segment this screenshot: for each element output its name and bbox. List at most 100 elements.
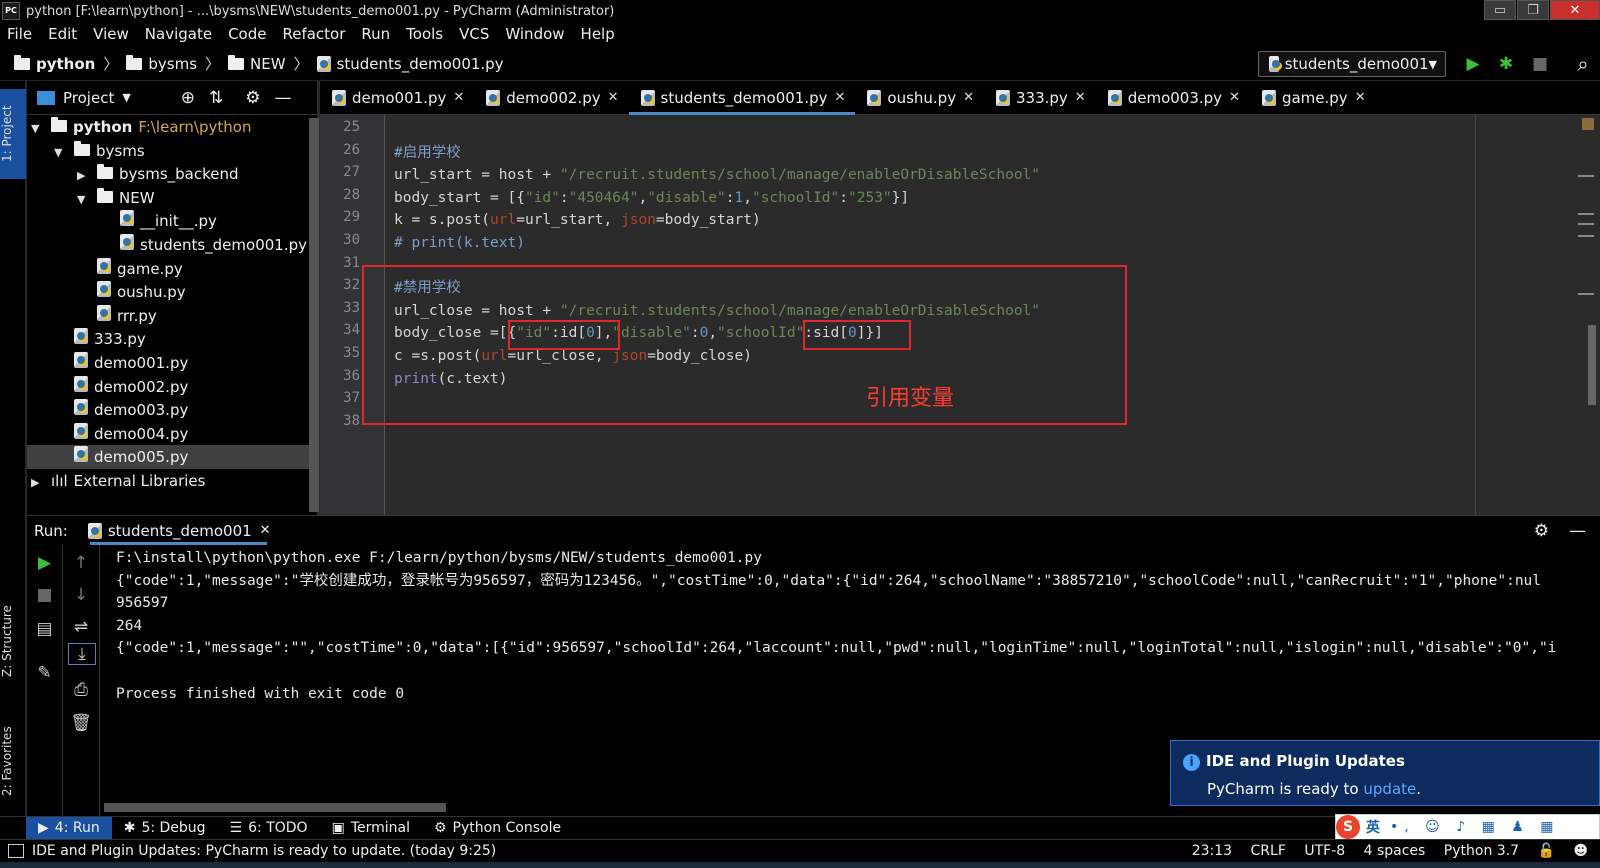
editor-tab[interactable]: demo003.py ✕	[1096, 81, 1250, 115]
gear-icon[interactable]: ⚙	[1534, 521, 1549, 541]
menu-run[interactable]: Run	[353, 22, 398, 47]
menu-navigate[interactable]: Navigate	[137, 22, 220, 47]
menu-refactor[interactable]: Refactor	[274, 22, 353, 47]
editor-tab[interactable]: demo001.py ✕	[320, 81, 474, 115]
gear-icon[interactable]: ⚙	[245, 88, 260, 108]
sogou-logo-icon[interactable]: S	[1336, 815, 1360, 839]
status-message[interactable]: IDE and Plugin Updates: PyCharm is ready…	[32, 843, 496, 859]
menu-edit[interactable]: Edit	[40, 22, 85, 47]
tree-item[interactable]: ▶ bysms_backend	[27, 162, 317, 186]
line-separator[interactable]: CRLF	[1251, 843, 1286, 859]
tool-tab-favorites[interactable]: 2: Favorites	[0, 711, 26, 811]
editor-tab[interactable]: demo002.py ✕	[474, 81, 628, 115]
menu-window[interactable]: Window	[497, 22, 572, 47]
tree-item[interactable]: ▼ bysms	[27, 139, 317, 163]
menu-help[interactable]: Help	[573, 22, 623, 47]
locate-icon[interactable]: ⊕	[181, 88, 195, 108]
chevron-right-icon[interactable]: ▶	[31, 471, 45, 495]
menu-vcs[interactable]: VCS	[451, 22, 497, 47]
menu-tools[interactable]: Tools	[398, 22, 451, 47]
bottom-tab[interactable]: ✱ 5: Debug	[112, 817, 218, 839]
close-window-button[interactable]: ✕	[1550, 0, 1600, 20]
close-icon[interactable]: ✕	[260, 523, 271, 538]
close-icon[interactable]: ✕	[963, 90, 974, 105]
code-line[interactable]: url_start = host + "/recruit.students/sc…	[394, 164, 1040, 187]
console-horizontal-scrollbar[interactable]	[104, 803, 446, 812]
marker-stripe[interactable]	[1578, 223, 1594, 225]
close-icon[interactable]: ✕	[835, 90, 846, 105]
search-icon[interactable]: ⌕	[1570, 51, 1596, 77]
code-line[interactable]: k = s.post(url=url_start, json=body_star…	[394, 209, 761, 232]
marker-stripe[interactable]	[1578, 235, 1594, 237]
console-line[interactable]: 264	[116, 615, 142, 638]
menu-file[interactable]: File	[0, 22, 40, 47]
code-line[interactable]: body_start = [{"id":"450464","disable":1…	[394, 187, 909, 210]
code-line[interactable]: # print(k.text)	[394, 232, 525, 255]
marker-stripe[interactable]	[1578, 175, 1594, 177]
tree-item[interactable]: demo001.py	[27, 351, 317, 375]
restore-button[interactable]: ❐	[1517, 0, 1549, 20]
tree-item[interactable]: oushu.py	[27, 280, 317, 304]
collapse-icon[interactable]: ⇅	[209, 88, 223, 108]
update-link[interactable]: update	[1363, 780, 1416, 798]
caret-position[interactable]: 23:13	[1192, 843, 1232, 859]
rerun-icon[interactable]: ▶	[27, 553, 62, 573]
python-interpreter[interactable]: Python 3.7	[1444, 843, 1519, 859]
tree-item[interactable]: demo005.py	[27, 445, 317, 470]
editor-tab[interactable]: game.py ✕	[1250, 81, 1376, 115]
file-encoding[interactable]: UTF-8	[1304, 843, 1345, 859]
chevron-down-icon[interactable]: ▼	[77, 188, 91, 212]
editor-scrollbar[interactable]	[1588, 325, 1596, 405]
tree-item[interactable]: rrr.py	[27, 304, 317, 328]
stop-icon[interactable]: ■	[27, 585, 62, 605]
hector-icon[interactable]: ☻	[1573, 843, 1588, 859]
chevron-right-icon[interactable]: ▶	[77, 164, 91, 188]
lock-icon[interactable]: 🔓	[1538, 843, 1555, 859]
tool-tab-structure[interactable]: Z: Structure	[0, 591, 26, 691]
ime-language[interactable]: 英	[1366, 817, 1380, 837]
close-icon[interactable]: ✕	[1075, 90, 1086, 105]
close-icon[interactable]: ✕	[608, 90, 619, 105]
run-tab-students-demo001[interactable]: students_demo001 ✕	[87, 522, 271, 540]
breadcrumb-item-new[interactable]: NEW	[228, 54, 286, 73]
run-config-selector[interactable]: students_demo001 ▼	[1258, 51, 1446, 77]
tree-item[interactable]: 333.py	[27, 327, 317, 351]
arrow-down-icon[interactable]: ↓	[63, 585, 99, 605]
debug-icon[interactable]: ✱	[1493, 51, 1519, 77]
inspection-status-icon[interactable]	[1582, 118, 1594, 130]
editor-tab[interactable]: 333.py ✕	[984, 81, 1096, 115]
stop-icon[interactable]: ■	[1527, 51, 1553, 77]
tree-item[interactable]: ▶ ılıl External Libraries	[27, 469, 317, 493]
pin-icon[interactable]: ✎	[27, 663, 62, 683]
arrow-up-icon[interactable]: ↑	[63, 553, 99, 573]
console-line[interactable]: {"code":1,"message":"学校创建成功，登录帐号为956597，…	[116, 570, 1541, 593]
tree-item[interactable]: demo003.py	[27, 398, 317, 422]
bottom-tab[interactable]: ▣ Terminal	[320, 817, 422, 839]
bottom-tab[interactable]: ⚙ Python Console	[422, 817, 573, 839]
close-icon[interactable]: ✕	[1229, 90, 1240, 105]
project-view-selector[interactable]: Project	[63, 89, 114, 107]
ime-tool-icons[interactable]: •, ☺ ♪ ▦ ♟ ▦	[1390, 819, 1560, 835]
chevron-down-icon[interactable]: ▼	[54, 141, 68, 165]
soft-wrap-icon[interactable]: ⇌	[63, 617, 99, 637]
menu-view[interactable]: View	[85, 22, 137, 47]
menu-code[interactable]: Code	[220, 22, 274, 47]
console-line[interactable]: Process finished with exit code 0	[116, 683, 404, 706]
tree-item[interactable]: __init__.py	[27, 209, 317, 233]
chevron-down-icon[interactable]: ▼	[31, 117, 45, 141]
bottom-tab[interactable]: ▶ 4: Run	[26, 817, 112, 839]
console-line[interactable]: F:\install\python\python.exe F:/learn/py…	[116, 547, 762, 570]
console-line[interactable]: 956597	[116, 592, 168, 615]
editor-marker-bar[interactable]	[1476, 115, 1600, 515]
tool-tab-project[interactable]: 1: Project	[0, 89, 26, 179]
layout-icon[interactable]: ▤	[27, 619, 62, 639]
tree-item[interactable]: game.py	[27, 257, 317, 281]
tree-item[interactable]: demo004.py	[27, 422, 317, 446]
indent-setting[interactable]: 4 spaces	[1364, 843, 1426, 859]
breadcrumb-item-bysms[interactable]: bysms	[126, 54, 197, 73]
minimize-button[interactable]: ▭	[1484, 0, 1516, 20]
close-icon[interactable]: ✕	[1355, 90, 1366, 105]
marker-stripe[interactable]	[1578, 213, 1594, 215]
breadcrumb-item-file[interactable]: students_demo001.py	[316, 55, 504, 73]
print-icon[interactable]: ⎙	[63, 680, 99, 700]
